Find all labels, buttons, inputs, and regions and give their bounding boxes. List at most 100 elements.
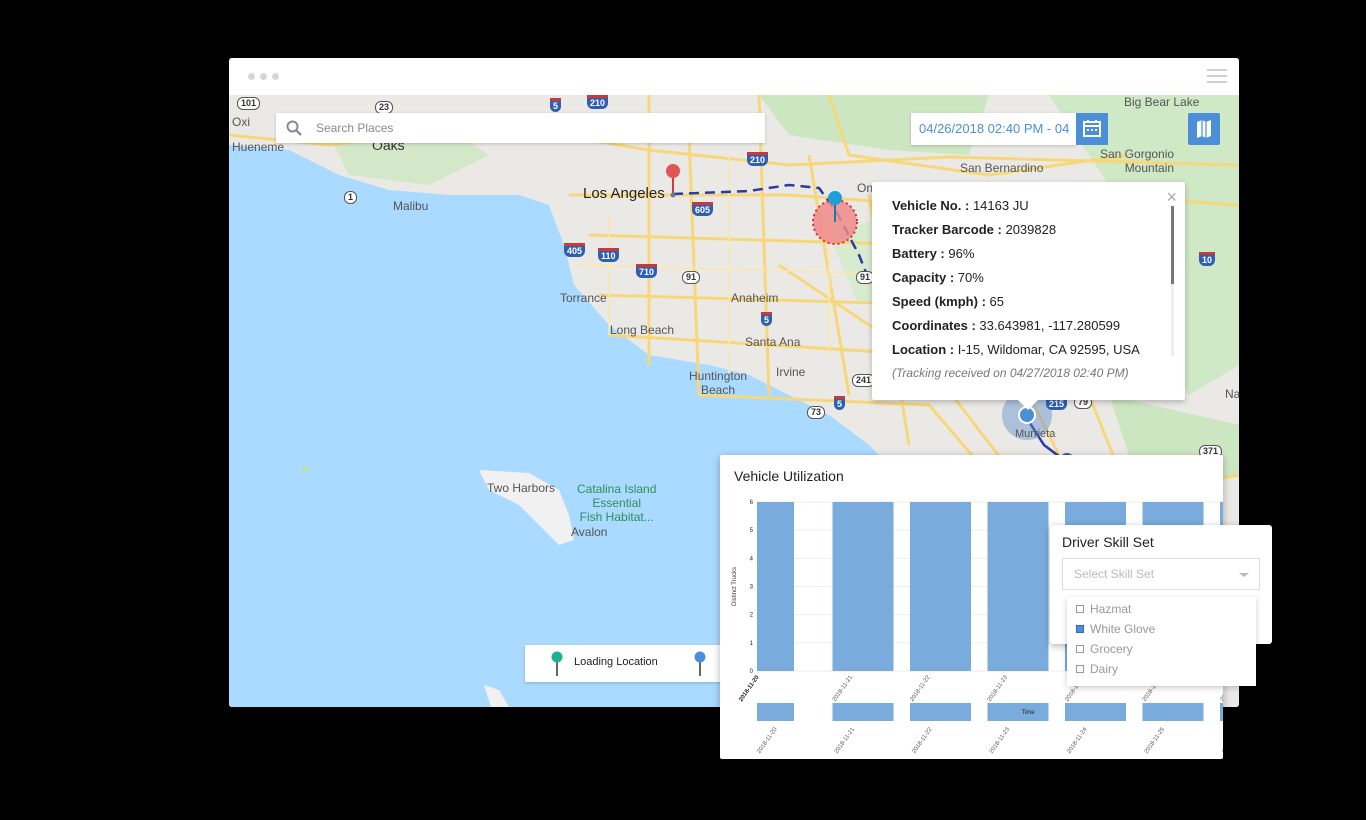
navigator-bar	[757, 703, 794, 721]
navigator-bar	[910, 703, 971, 721]
x-tick-label: 2018-11-23	[987, 674, 1010, 703]
info-value: 65	[989, 294, 1004, 309]
legend-label: Loading Location	[574, 656, 658, 668]
map-label: Big Bear Lake	[1124, 95, 1200, 109]
checkbox[interactable]	[1076, 625, 1084, 633]
window-dot	[248, 73, 255, 80]
info-label: Location	[892, 342, 947, 357]
highway-shield: 210	[747, 152, 769, 166]
navigator-tick-label: 2018-11-20	[756, 726, 779, 755]
navigator-tick-label: 2018-11-22	[911, 726, 934, 755]
y-tick-label: 2	[750, 613, 754, 619]
checkbox[interactable]	[1076, 605, 1084, 613]
y-tick-label: 1	[750, 641, 754, 647]
navigator-bar	[1142, 703, 1204, 721]
map-label: Murrieta	[1015, 428, 1056, 440]
info-row-location: Location : I-15, Wildomar, CA 92595, USA	[892, 342, 1140, 357]
highway-shield: 91	[682, 271, 701, 284]
map-label: Anaheim	[731, 291, 779, 305]
navigator-tick-label: 2018-11-21	[834, 726, 857, 755]
map-label: Los Angeles	[583, 185, 665, 202]
highway-shield: 5	[761, 312, 773, 326]
bar	[832, 502, 894, 671]
skill-option-white-glove[interactable]: White Glove	[1076, 620, 1155, 638]
date-range-input[interactable]: 04/26/2018 02:40 PM - 04	[911, 113, 1076, 145]
navigator-bar	[1065, 703, 1126, 721]
x-axis-label: Time	[1021, 710, 1035, 716]
calendar-button[interactable]	[1076, 113, 1108, 145]
highway-shield: 73	[807, 406, 826, 419]
loading-location-pin-icon	[551, 651, 563, 676]
checkbox[interactable]	[1076, 645, 1084, 653]
map-icon	[1197, 120, 1211, 138]
map-label: San Bernardino	[960, 161, 1044, 175]
popup-pointer	[1018, 400, 1038, 410]
highway-shield: 101	[237, 97, 261, 110]
select-placeholder: Select Skill Set	[1074, 567, 1155, 581]
search-input[interactable]	[316, 113, 756, 143]
info-label: Capacity	[892, 270, 947, 285]
calendar-icon	[1083, 120, 1101, 137]
popup-scrollbar[interactable]	[1171, 206, 1174, 356]
highway-shield: 605	[692, 202, 714, 216]
skill-option-hazmat[interactable]: Hazmat	[1076, 600, 1131, 618]
map-label: Two Harbors	[487, 481, 556, 495]
highway-shield: 710	[636, 264, 658, 278]
info-row-speed: Speed (kmph) : 65	[892, 294, 1004, 309]
x-tick-label: 2018-11-20	[738, 674, 761, 703]
y-tick-label: 5	[750, 528, 754, 534]
info-label: Vehicle No.	[892, 198, 962, 213]
search-icon	[286, 120, 302, 136]
info-row-vehicle-no: Vehicle No. : 14163 JU	[892, 198, 1029, 213]
map-label: Avalon	[571, 525, 608, 539]
navigator-tick-label: 2018-11-25	[1144, 726, 1167, 755]
option-label: White Glove	[1090, 622, 1156, 636]
info-label: Coordinates	[892, 318, 968, 333]
hamburger-menu-icon[interactable]	[1207, 69, 1227, 83]
map-label: Huntington Beach	[689, 369, 748, 397]
destination-pin-icon	[694, 651, 706, 676]
window-dot	[260, 73, 267, 80]
highway-shield: 5	[834, 396, 846, 410]
close-icon[interactable]: ×	[1166, 187, 1177, 208]
navigator-bar	[832, 703, 894, 721]
navigator-bar	[987, 703, 1049, 721]
info-value: 96%	[948, 246, 975, 261]
info-label: Speed (kmph)	[892, 294, 978, 309]
map-legend: Loading Location	[525, 645, 725, 682]
x-tick-label: 2018-11-21	[832, 674, 855, 703]
skill-option-grocery[interactable]: Grocery	[1076, 640, 1133, 658]
map-view-toggle-button[interactable]	[1188, 113, 1220, 145]
map-label: Malibu	[393, 199, 429, 213]
highway-shield: 10	[1199, 252, 1216, 266]
window-dot	[272, 73, 279, 80]
y-tick-label: 3	[750, 585, 754, 591]
search-box[interactable]	[276, 113, 765, 143]
info-row-battery: Battery : 96%	[892, 246, 975, 261]
navigator-tick-label: 2018-11-23	[989, 726, 1012, 755]
info-row-coordinates: Coordinates : 33.643981, -117.280599	[892, 318, 1121, 333]
checkbox[interactable]	[1076, 665, 1084, 673]
info-value: 14163 JU	[972, 198, 1029, 213]
y-tick-label: 4	[750, 556, 754, 562]
info-row-tracker-barcode: Tracker Barcode : 2039828	[892, 222, 1057, 237]
skill-option-dairy[interactable]: Dairy	[1076, 660, 1118, 678]
y-tick-label: 6	[750, 500, 754, 506]
x-tick-label: 2018-11-22	[909, 674, 932, 703]
highway-shield: 5	[550, 98, 562, 112]
info-value: 70%	[957, 270, 984, 285]
option-label: Grocery	[1090, 642, 1133, 656]
option-label: Hazmat	[1090, 602, 1132, 616]
map-label: Catalina Island Essential Fish Habitat..…	[577, 482, 657, 524]
skill-set-select[interactable]: Select Skill Set	[1062, 558, 1260, 590]
info-value: 2039828	[1005, 222, 1057, 237]
chevron-down-icon	[1239, 573, 1249, 577]
navigator-bar	[1220, 703, 1223, 721]
map-label: Long Beach	[610, 323, 675, 337]
highway-shield: 210	[587, 95, 609, 109]
vehicle-info-popup: × Vehicle No. : 14163 JU Tracker Barcode…	[872, 182, 1185, 410]
tracking-note: (Tracking received on 04/27/2018 02:40 P…	[892, 366, 1129, 380]
navigator-tick-label: 2018-11-26	[1221, 726, 1223, 755]
y-axis-label: Distinct Trucks	[732, 567, 738, 606]
map-label: San Gorgonio Mountain	[1100, 147, 1175, 175]
